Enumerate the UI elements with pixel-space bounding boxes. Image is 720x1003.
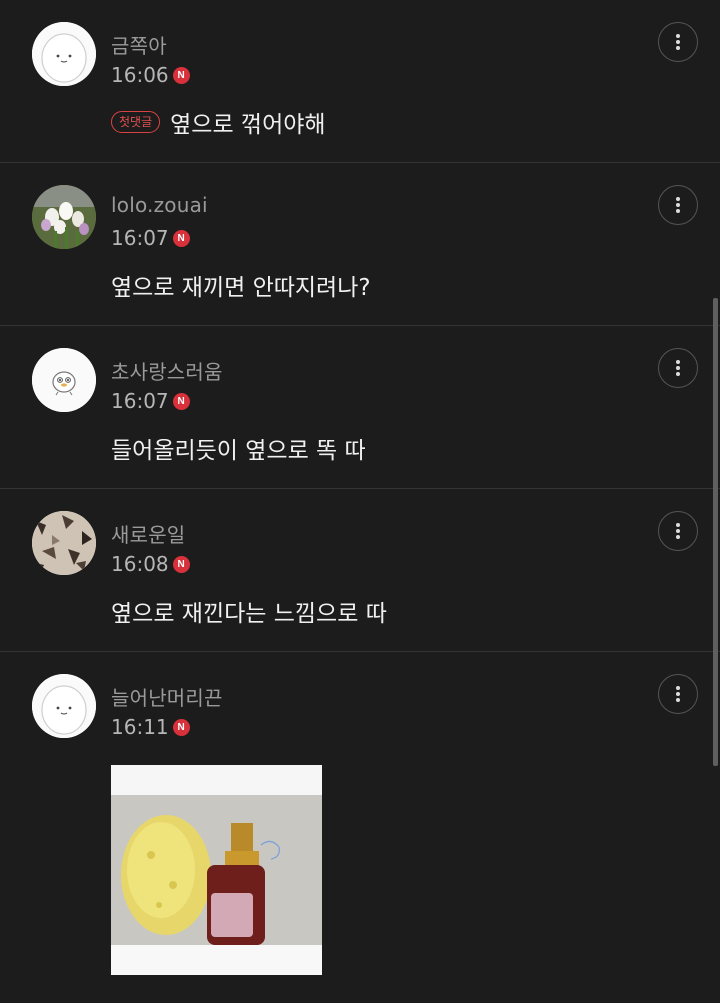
comment-text: 들어올리듯이 옆으로 똑 따: [111, 431, 366, 465]
author-name[interactable]: 금쪽아: [111, 30, 167, 59]
time-text: 16:11: [111, 715, 169, 739]
author-name[interactable]: 늘어난머리끈: [111, 682, 223, 711]
avatar[interactable]: [32, 185, 96, 249]
attached-image[interactable]: [111, 765, 322, 975]
author-name[interactable]: 새로운일: [111, 519, 185, 548]
comment-time: 16:07 N: [111, 389, 190, 413]
more-vertical-icon: [676, 523, 680, 539]
author-name[interactable]: 초사랑스러움: [111, 356, 223, 385]
more-options-button[interactable]: [658, 22, 698, 62]
avatar[interactable]: [32, 674, 96, 738]
comment-text: 첫댓글 옆으로 꺾어야해: [111, 105, 326, 139]
comment-item: 초사랑스러움 16:07 N 들어올리듯이 옆으로 똑 따: [0, 326, 720, 489]
comment-time: 16:07 N: [111, 226, 190, 250]
time-text: 16:07: [111, 389, 169, 413]
first-comment-badge: 첫댓글: [111, 111, 161, 133]
more-options-button[interactable]: [658, 348, 698, 388]
avatar[interactable]: [32, 511, 96, 575]
new-badge: N: [172, 718, 190, 736]
comment-time: 16:11 N: [111, 715, 190, 739]
comment-item: lolo.zouai 16:07 N 옆으로 재끼면 안따지려나?: [0, 163, 720, 326]
new-badge: N: [172, 229, 190, 247]
comment-item: 새로운일 16:08 N 옆으로 재낀다는 느낌으로 따: [0, 489, 720, 652]
author-name[interactable]: lolo.zouai: [111, 193, 208, 217]
new-badge: N: [172, 392, 190, 410]
more-vertical-icon: [676, 197, 680, 213]
new-badge: N: [172, 555, 190, 573]
comment-text: 옆으로 재낀다는 느낌으로 따: [111, 594, 387, 628]
comment-time: 16:08 N: [111, 552, 190, 576]
more-options-button[interactable]: [658, 674, 698, 714]
comment-time: 16:06 N: [111, 63, 190, 87]
comment-item: 금쪽아 16:06 N 첫댓글 옆으로 꺾어야해: [0, 0, 720, 163]
comment-item: 늘어난머리끈 16:11 N: [0, 652, 720, 1003]
scrollbar[interactable]: [713, 298, 718, 766]
time-text: 16:07: [111, 226, 169, 250]
time-text: 16:06: [111, 63, 169, 87]
more-vertical-icon: [676, 34, 680, 50]
more-options-button[interactable]: [658, 185, 698, 225]
time-text: 16:08: [111, 552, 169, 576]
more-vertical-icon: [676, 360, 680, 376]
new-badge: N: [172, 66, 190, 84]
avatar[interactable]: [32, 22, 96, 86]
avatar[interactable]: [32, 348, 96, 412]
more-options-button[interactable]: [658, 511, 698, 551]
comment-text: 옆으로 재끼면 안따지려나?: [111, 268, 371, 302]
comment-body: 옆으로 재낀다는 느낌으로 따: [111, 601, 387, 627]
more-vertical-icon: [676, 686, 680, 702]
comment-body: 들어올리듯이 옆으로 똑 따: [111, 438, 366, 464]
comment-body: 옆으로 꺾어야해: [170, 112, 326, 138]
comment-body: 옆으로 재끼면 안따지려나?: [111, 275, 371, 301]
